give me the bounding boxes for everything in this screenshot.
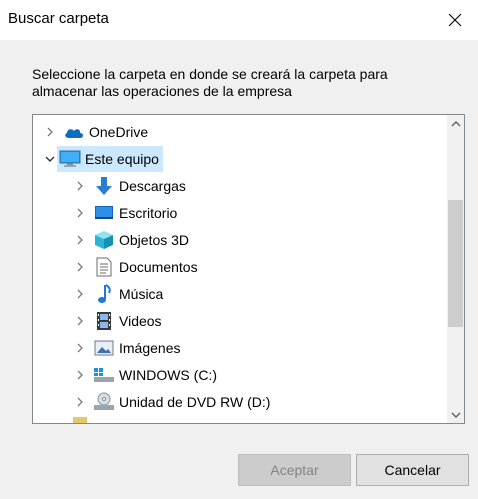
tree-item-descargas[interactable]: Descargas [73, 173, 464, 199]
dialog-title: Buscar carpeta [8, 10, 109, 27]
chevron-right-icon[interactable] [43, 125, 57, 139]
chevron-right-icon[interactable] [73, 233, 87, 247]
chevron-down-icon [451, 412, 460, 418]
dvd-drive-icon [93, 391, 115, 413]
instruction-text: Seleccione la carpeta en donde se creará… [32, 66, 388, 99]
cancel-button[interactable]: Cancelar [356, 454, 469, 486]
chevron-down-icon[interactable] [43, 152, 57, 166]
tree-item-label: Descargas [119, 178, 186, 194]
tree-item-dvd-d[interactable]: Unidad de DVD RW (D:) [73, 389, 464, 415]
tree-item-label: Unidad de DVD RW (D:) [119, 394, 271, 410]
picture-icon [93, 337, 115, 359]
chevron-right-icon[interactable] [73, 179, 87, 193]
tree-item-documentos[interactable]: Documentos [73, 254, 464, 280]
chevron-right-icon[interactable] [73, 287, 87, 301]
tree-item-label: Objetos 3D [119, 232, 190, 248]
cloud-icon [63, 121, 85, 143]
scroll-up-button[interactable] [447, 115, 464, 132]
chevron-right-icon[interactable] [73, 395, 87, 409]
close-button[interactable] [432, 0, 478, 40]
partial-folder-icon [73, 417, 87, 423]
tree-item-objetos-3d[interactable]: Objetos 3D [73, 227, 464, 253]
download-arrow-icon [93, 175, 115, 197]
tree-item-label: Este equipo [85, 151, 159, 167]
computer-icon [59, 148, 81, 170]
chevron-right-icon[interactable] [73, 341, 87, 355]
tree-item-label: Documentos [119, 259, 198, 275]
chevron-right-icon[interactable] [73, 206, 87, 220]
close-icon [448, 13, 462, 27]
music-note-icon [93, 283, 115, 305]
tree-item-label: WINDOWS (C:) [119, 367, 217, 383]
tree-item-musica[interactable]: Música [73, 281, 464, 307]
tree-item-label: Música [119, 286, 164, 302]
tree-item-onedrive[interactable]: OneDrive [43, 119, 453, 145]
drive-icon [93, 364, 115, 386]
cube-3d-icon [93, 229, 115, 251]
folder-tree[interactable]: OneDrive Este equipo Descargas Escritori… [32, 114, 465, 424]
accept-button[interactable]: Aceptar [238, 454, 351, 486]
scroll-down-button[interactable] [447, 406, 464, 423]
scroll-thumb[interactable] [448, 200, 463, 327]
title-bar: Buscar carpeta [0, 0, 478, 40]
tree-item-este-equipo[interactable]: Este equipo [43, 146, 453, 172]
chevron-up-icon [451, 120, 460, 126]
tree-item-label: Escritorio [119, 205, 178, 221]
tree-item-videos[interactable]: Videos [73, 308, 464, 334]
tree-item-label: Videos [119, 313, 162, 329]
chevron-right-icon[interactable] [73, 260, 87, 274]
chevron-right-icon[interactable] [73, 314, 87, 328]
tree-item-escritorio[interactable]: Escritorio [73, 200, 464, 226]
vertical-scrollbar[interactable] [447, 115, 464, 423]
tree-item-label: Imágenes [119, 340, 181, 356]
tree-item-imagenes[interactable]: Imágenes [73, 335, 464, 361]
document-icon [93, 256, 115, 278]
tree-item-windows-c[interactable]: WINDOWS (C:) [73, 362, 464, 388]
film-icon [93, 310, 115, 332]
tree-item-label: OneDrive [89, 124, 149, 140]
chevron-right-icon[interactable] [73, 368, 87, 382]
desktop-icon [93, 202, 115, 224]
